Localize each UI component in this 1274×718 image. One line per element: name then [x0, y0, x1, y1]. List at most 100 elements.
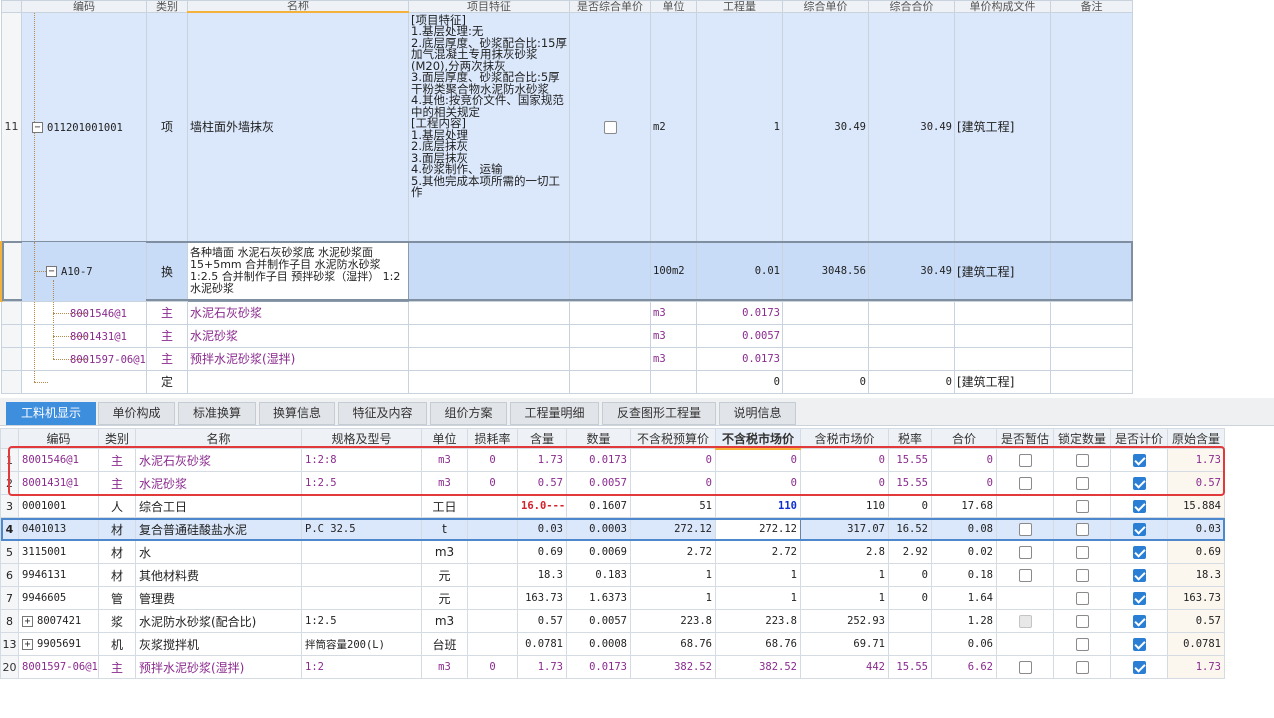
- material-spec[interactable]: 1:2: [301, 655, 422, 679]
- table-row[interactable]: 11 −011201001001 项 墙柱面外墙抹灰 [项目特征] 1.基层处理…: [1, 11, 1133, 242]
- material-loss[interactable]: 0: [467, 448, 518, 472]
- material-loss[interactable]: 0: [467, 471, 518, 495]
- item-total[interactable]: 30.49: [868, 11, 955, 242]
- material-tax-rate[interactable]: 15.55: [888, 655, 932, 679]
- tab-quantity-detail[interactable]: 工程量明细: [510, 402, 599, 425]
- priced-checkbox[interactable]: [1132, 569, 1146, 582]
- material-total[interactable]: 0.08: [931, 517, 997, 541]
- upper-header-qty[interactable]: 工程量: [696, 0, 783, 13]
- provisional-cell[interactable]: [996, 448, 1054, 472]
- provisional-checkbox[interactable]: [1018, 661, 1032, 674]
- col-provisional[interactable]: 是否暂估: [996, 428, 1054, 449]
- lock-qty-cell[interactable]: [1053, 586, 1111, 610]
- material-name[interactable]: 水泥砂浆: [135, 471, 302, 495]
- material-tax-rate[interactable]: [888, 632, 932, 656]
- col-code[interactable]: 编码: [18, 428, 99, 449]
- col-tax[interactable]: 税率: [888, 428, 932, 449]
- material-spec[interactable]: [301, 563, 422, 587]
- material-name[interactable]: 水泥石灰砂浆: [187, 300, 409, 325]
- lock-qty-checkbox[interactable]: [1075, 661, 1089, 674]
- material-market-price[interactable]: 382.52: [715, 655, 801, 679]
- col-priced[interactable]: 是否计价: [1110, 428, 1168, 449]
- lock-qty-cell[interactable]: [1053, 655, 1111, 679]
- material-code-cell[interactable]: 8001597-06@1: [18, 655, 99, 679]
- material-orig-content[interactable]: 15.884: [1167, 494, 1225, 518]
- material-qty[interactable]: 0.183: [566, 563, 631, 587]
- material-tax-rate[interactable]: 0: [888, 494, 932, 518]
- material-qty[interactable]: 0.0057: [566, 609, 631, 633]
- priced-cell[interactable]: [1110, 586, 1168, 610]
- item-qty[interactable]: 1: [696, 11, 783, 242]
- material-type[interactable]: 机: [98, 632, 136, 656]
- col-type[interactable]: 类别: [98, 428, 136, 449]
- table-row[interactable]: 6 9946131 材其他材料费元 18.3 0.183 1 1 1 0 0.18 18.3: [0, 563, 1225, 587]
- sub-total[interactable]: 30.49: [868, 240, 955, 302]
- col-name[interactable]: 名称: [135, 428, 302, 449]
- material-content[interactable]: 18.3: [517, 563, 567, 587]
- material-tax-rate[interactable]: 16.52: [888, 517, 932, 541]
- item-unit-price[interactable]: 30.49: [782, 11, 869, 242]
- material-tax-market-price[interactable]: 442: [800, 655, 889, 679]
- material-name[interactable]: 灰浆搅拌机: [135, 632, 302, 656]
- composite-checkbox[interactable]: [603, 120, 617, 134]
- lock-qty-checkbox[interactable]: [1075, 454, 1089, 467]
- material-budget-price[interactable]: 272.12: [630, 517, 716, 541]
- material-tax-market-price[interactable]: 1: [800, 563, 889, 587]
- priced-cell[interactable]: [1110, 517, 1168, 541]
- material-content[interactable]: 0.03: [517, 517, 567, 541]
- material-total[interactable]: 0.06: [931, 632, 997, 656]
- sub-note[interactable]: [1050, 240, 1133, 302]
- item-note[interactable]: [1050, 11, 1133, 242]
- material-loss[interactable]: [467, 632, 518, 656]
- col-orig-content[interactable]: 原始含量: [1167, 428, 1225, 449]
- priced-checkbox[interactable]: [1132, 454, 1146, 467]
- material-name[interactable]: 综合工日: [135, 494, 302, 518]
- priced-cell[interactable]: [1110, 494, 1168, 518]
- material-qty[interactable]: 0.0173: [566, 655, 631, 679]
- sub-type[interactable]: 换: [146, 240, 188, 302]
- material-qty[interactable]: 0.0069: [566, 540, 631, 564]
- provisional-checkbox[interactable]: [1018, 615, 1032, 628]
- material-type[interactable]: 材: [98, 540, 136, 564]
- table-row[interactable]: 定 0 0 0 [建筑工程]: [1, 369, 1133, 394]
- material-code-cell[interactable]: +9905691: [18, 632, 99, 656]
- table-row[interactable]: − A10-7 换 各种墙面 水泥石灰砂浆底 水泥砂浆面 15+5mm 合并制作子…: [0, 240, 1133, 302]
- lock-qty-checkbox[interactable]: [1075, 615, 1089, 628]
- material-unit[interactable]: 元: [421, 586, 468, 610]
- upper-header-type[interactable]: 类别: [146, 0, 188, 13]
- material-spec[interactable]: [301, 540, 422, 564]
- material-market-price[interactable]: 2.72: [715, 540, 801, 564]
- material-loss[interactable]: 0: [467, 655, 518, 679]
- material-content[interactable]: 0.57: [517, 471, 567, 495]
- material-tax-market-price[interactable]: 252.93: [800, 609, 889, 633]
- material-spec[interactable]: [301, 586, 422, 610]
- material-content[interactable]: 1.73: [517, 448, 567, 472]
- material-budget-price[interactable]: 1: [630, 563, 716, 587]
- material-content[interactable]: 163.73: [517, 586, 567, 610]
- material-total[interactable]: 0: [931, 448, 997, 472]
- priced-checkbox[interactable]: [1132, 615, 1146, 628]
- material-loss[interactable]: [467, 609, 518, 633]
- material-total[interactable]: 1.64: [931, 586, 997, 610]
- material-qty[interactable]: 1.6373: [566, 586, 631, 610]
- material-type[interactable]: 人: [98, 494, 136, 518]
- col-content[interactable]: 含量: [517, 428, 567, 449]
- priced-checkbox[interactable]: [1132, 592, 1146, 605]
- material-total[interactable]: 6.62: [931, 655, 997, 679]
- priced-checkbox[interactable]: [1132, 477, 1146, 490]
- material-code-cell[interactable]: 8001597-06@1: [21, 346, 147, 371]
- material-qty[interactable]: 0.0173: [566, 448, 631, 472]
- material-unit[interactable]: m3: [421, 471, 468, 495]
- provisional-cell[interactable]: [996, 655, 1054, 679]
- item-unit[interactable]: m2: [650, 11, 697, 242]
- item-code-cell[interactable]: −011201001001: [21, 11, 147, 242]
- lock-qty-cell[interactable]: [1053, 494, 1111, 518]
- table-row[interactable]: 8001431@1 主 水泥砂浆 m3 0.0057: [1, 323, 1133, 348]
- material-tax-rate[interactable]: [888, 609, 932, 633]
- material-content[interactable]: 0.0781: [517, 632, 567, 656]
- material-budget-price[interactable]: 68.76: [630, 632, 716, 656]
- material-qty[interactable]: 0.1607: [566, 494, 631, 518]
- material-market-price[interactable]: 1: [715, 563, 801, 587]
- priced-cell[interactable]: [1110, 609, 1168, 633]
- lock-qty-cell[interactable]: [1053, 609, 1111, 633]
